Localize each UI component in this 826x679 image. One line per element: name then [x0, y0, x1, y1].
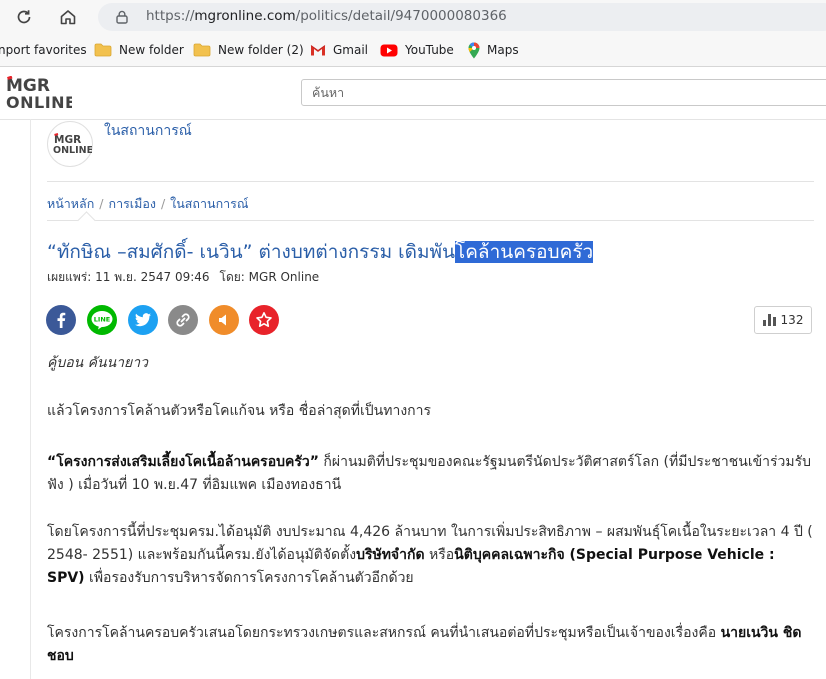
- reload-button[interactable]: [13, 6, 35, 28]
- bookmarks-bar: nport favorites New folder New folder (2…: [0, 34, 826, 67]
- star-icon: [256, 312, 272, 327]
- share-line-button[interactable]: LINE: [87, 305, 117, 335]
- svg-text:ONLINE: ONLINE: [6, 93, 72, 110]
- facebook-icon: [57, 312, 66, 328]
- speaker-icon: [219, 314, 226, 326]
- article-paragraph-1: แล้วโครงการโคล้านตัวหรือโคแก้จน หรือ ชื่…: [47, 403, 432, 419]
- line-icon: LINE: [91, 311, 113, 330]
- breadcrumb-situation[interactable]: ในสถานการณ์: [170, 196, 248, 211]
- youtube-icon: [380, 44, 398, 57]
- breadcrumb-divider: [47, 220, 814, 221]
- bookmark-label: Maps: [487, 43, 519, 57]
- search-input[interactable]: [302, 80, 826, 105]
- bookmark-import-favorites[interactable]: nport favorites: [0, 41, 87, 59]
- bar-chart-icon: [762, 314, 776, 326]
- mgr-online-logo[interactable]: MGR ONLINE: [6, 75, 76, 114]
- favorite-button[interactable]: [249, 305, 279, 335]
- breadcrumb-politics[interactable]: การเมือง: [109, 196, 156, 211]
- site-header: MGR ONLINE: [0, 67, 826, 120]
- maps-icon: [468, 42, 480, 59]
- bookmark-label: Gmail: [333, 43, 369, 57]
- home-icon: [60, 10, 76, 25]
- selected-text: โคล้านครอบครัว: [455, 241, 594, 263]
- twitter-icon: [135, 313, 151, 327]
- article-paragraph-3: โดยโครงการนี้ที่ประชุมครม.ได้อนุมัติ งบป…: [47, 524, 813, 586]
- copy-link-button[interactable]: [168, 305, 198, 335]
- lock-icon: [116, 10, 128, 24]
- site-search[interactable]: [301, 79, 826, 106]
- bookmark-label: New folder (2): [218, 43, 304, 57]
- share-twitter-button[interactable]: [128, 305, 158, 335]
- address-bar[interactable]: https://mgronline.com/politics/detail/94…: [98, 3, 826, 31]
- link-icon: [176, 313, 190, 327]
- bookmark-youtube[interactable]: YouTube: [380, 41, 454, 59]
- bookmark-label: nport favorites: [0, 43, 87, 57]
- article-byline: คู้บอน คันนายาว: [47, 355, 148, 371]
- article-paragraph-4: โครงการโคล้านครอบครัวเสนอโดยกระทรวงเกษตร…: [47, 625, 802, 664]
- article-paragraph-2: “โครงการส่งเสริมเลี้ยงโคเนื้อล้านครอบครั…: [47, 454, 812, 493]
- folder-icon: [193, 43, 211, 57]
- divider: [47, 181, 814, 182]
- breadcrumb-separator: /: [99, 196, 104, 211]
- breadcrumb-separator: /: [160, 196, 166, 211]
- bookmark-maps[interactable]: Maps: [468, 41, 519, 59]
- content-left-rule: [30, 119, 31, 679]
- view-count-value: 132: [780, 313, 804, 327]
- breadcrumb-notch: [77, 211, 96, 230]
- folder-icon: [94, 43, 112, 57]
- share-facebook-button[interactable]: [46, 305, 76, 335]
- reload-icon: [17, 10, 31, 24]
- browser-toolbar: https://mgronline.com/politics/detail/94…: [0, 0, 826, 34]
- gmail-icon: [310, 44, 326, 56]
- author: MGR Online: [248, 270, 320, 284]
- category-name[interactable]: ในสถานการณ์: [104, 120, 192, 142]
- bookmark-gmail[interactable]: Gmail: [310, 41, 368, 59]
- home-button[interactable]: [57, 6, 79, 28]
- svg-text:LINE: LINE: [94, 316, 110, 324]
- breadcrumb: หน้าหลัก / การเมือง / ในสถานการณ์: [47, 194, 248, 214]
- svg-text:ONLINE: ONLINE: [53, 145, 92, 156]
- url-text: https://mgronline.com/politics/detail/94…: [146, 8, 507, 24]
- speaker-button[interactable]: [209, 305, 239, 335]
- bookmark-label: New folder: [119, 43, 184, 57]
- bookmark-new-folder[interactable]: New folder: [94, 41, 184, 59]
- bookmark-label: YouTube: [405, 43, 454, 57]
- breadcrumb-home[interactable]: หน้าหลัก: [47, 196, 94, 211]
- publish-date: 11 พ.ย. 2547 09:46: [95, 270, 210, 284]
- view-count: 132: [754, 306, 812, 334]
- category-avatar[interactable]: MGR ONLINE: [47, 121, 93, 167]
- bookmark-new-folder-2[interactable]: New folder (2): [193, 41, 304, 59]
- article-title: “ทักษิณ –สมศักดิ์- เนวิน” ต่างบทต่างกรรม…: [47, 241, 594, 263]
- article-meta: เผยแพร่: 11 พ.ย. 2547 09:46 โดย: MGR Onli…: [47, 270, 320, 284]
